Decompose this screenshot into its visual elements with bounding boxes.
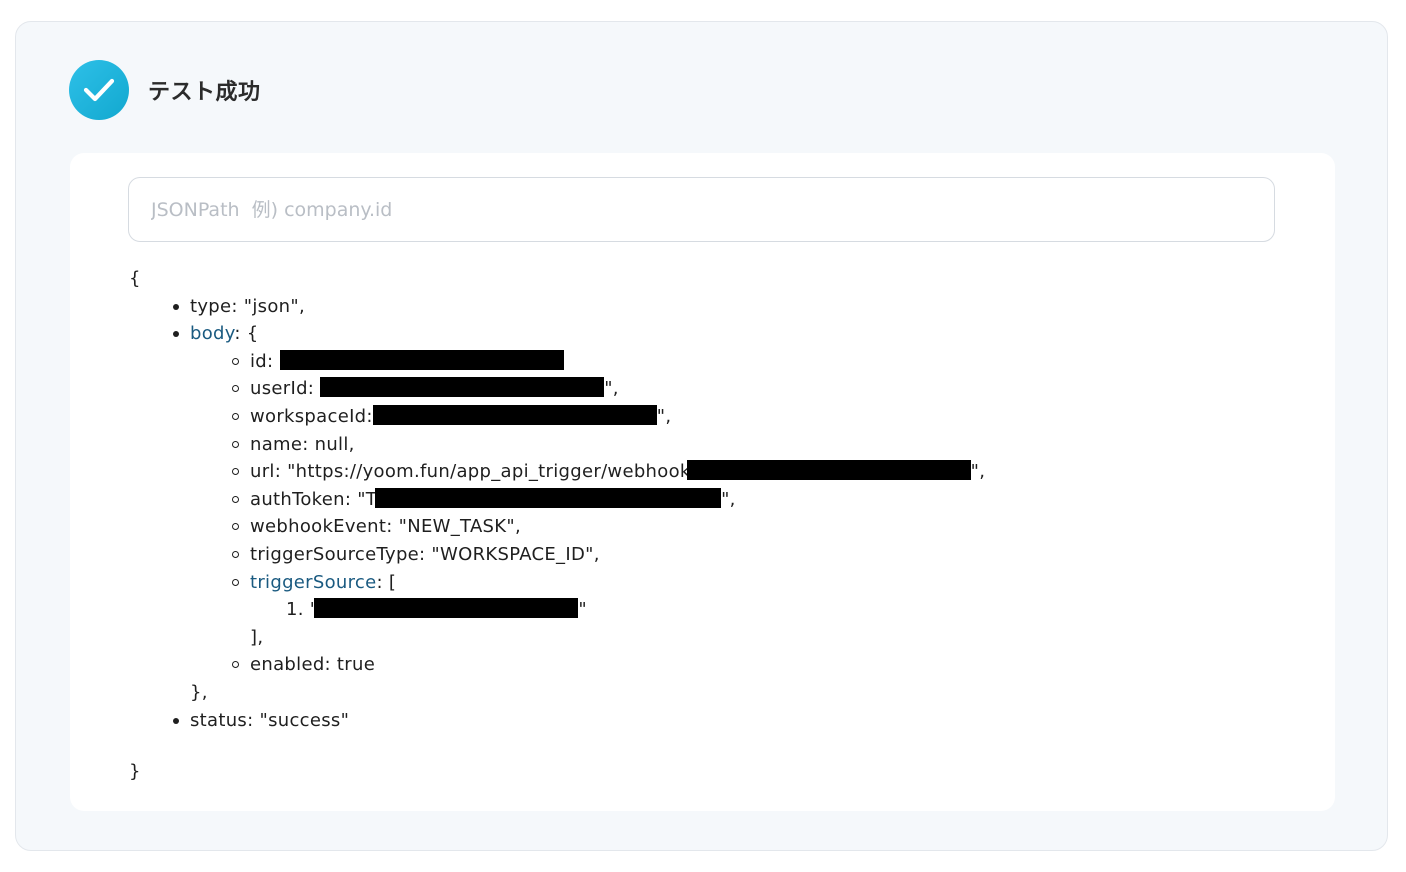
json-item-type: type: "json", (129, 293, 985, 321)
body-close-brace: }, (190, 681, 208, 703)
workspaceid-suffix: ", (656, 405, 672, 427)
workspaceid-label: workspaceId: (250, 405, 373, 427)
check-circle-icon (69, 60, 129, 120)
json-item-userid: userId: ", (129, 375, 985, 403)
jsonpath-search-input[interactable] (128, 177, 1275, 242)
redacted-triggersource (314, 598, 579, 619)
authtoken-label: authToken: "T (250, 488, 378, 510)
url-label: url: "https://yoom.fun/app_api_trigger/w… (250, 461, 691, 483)
redacted-workspaceid (372, 404, 657, 425)
redacted-url (686, 460, 971, 481)
url-suffix: ", (970, 461, 986, 483)
triggersource-list-item: 1. " " (129, 596, 985, 624)
redacted-id (280, 349, 564, 370)
body-open-brace: : { (234, 323, 259, 345)
json-item-triggersource: triggerSource: [ (129, 569, 985, 597)
redacted-userid (320, 377, 605, 398)
json-item-id: id: " (129, 348, 985, 376)
triggersource-close-bracket: ], (250, 626, 264, 648)
authtoken-suffix: ", (721, 488, 736, 510)
triggersource-item-suffix: " (578, 599, 587, 621)
json-item-webhookevent: webhookEvent: "NEW_TASK", (129, 513, 985, 541)
userid-label: userId: (250, 378, 315, 400)
triggersource-key-link[interactable]: triggerSource (250, 572, 377, 593)
json-close-brace: } (129, 761, 141, 783)
json-item-body: body: { (129, 320, 985, 348)
body-key-link[interactable]: body (190, 323, 234, 344)
json-open-brace: { (129, 268, 141, 289)
test-result-header: テスト成功 (69, 60, 261, 120)
triggersource-open-bracket: : [ (376, 571, 397, 593)
json-tree: { type: "json", body: { id: " userId: ",… (129, 265, 985, 786)
result-card: テスト成功 { type: "json", body: { id: " user… (15, 21, 1388, 851)
json-item-enabled: enabled: true (129, 651, 985, 679)
redacted-authtoken (375, 487, 722, 508)
userid-suffix: ", (604, 378, 619, 400)
json-item-url: url: "https://yoom.fun/app_api_trigger/w… (129, 458, 985, 486)
test-success-title: テスト成功 (148, 80, 261, 105)
json-output-panel: { type: "json", body: { id: " userId: ",… (70, 153, 1335, 811)
json-item-status: status: "success" (129, 707, 985, 735)
json-item-name: name: null, (129, 431, 985, 459)
json-item-workspaceid: workspaceId: ", (129, 403, 985, 431)
json-item-triggersourcetype: triggerSourceType: "WORKSPACE_ID", (129, 541, 985, 569)
json-item-authtoken: authToken: "T ", (129, 486, 985, 514)
